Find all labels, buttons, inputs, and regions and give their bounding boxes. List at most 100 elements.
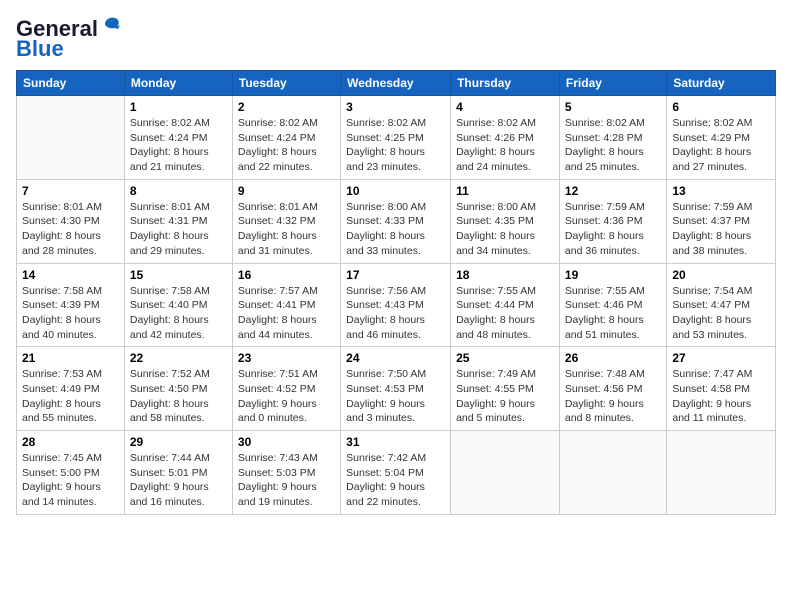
header-saturday: Saturday: [667, 71, 776, 96]
header: General Blue: [16, 16, 776, 62]
day-number: 8: [130, 184, 227, 198]
calendar-cell: 6 Sunrise: 8:02 AM Sunset: 4:29 PM Daylig…: [667, 96, 776, 180]
day-number: 24: [346, 351, 445, 365]
day-number: 14: [22, 268, 119, 282]
calendar-cell: 19 Sunrise: 7:55 AM Sunset: 4:46 PM Dayli…: [559, 263, 666, 347]
calendar-cell: [667, 431, 776, 515]
calendar-table: SundayMondayTuesdayWednesdayThursdayFrid…: [16, 70, 776, 515]
calendar-cell: 25 Sunrise: 7:49 AM Sunset: 4:55 PM Dayli…: [451, 347, 560, 431]
calendar-cell: 7Sunrise: 8:01 AM Sunset: 4:30 PM Daylig…: [17, 179, 125, 263]
day-info: Sunrise: 8:02 AM Sunset: 4:25 PM Dayligh…: [346, 116, 445, 175]
day-number: 31: [346, 435, 445, 449]
day-info: Sunrise: 7:42 AM Sunset: 5:04 PM Dayligh…: [346, 451, 445, 510]
calendar-cell: 18 Sunrise: 7:55 AM Sunset: 4:44 PM Dayli…: [451, 263, 560, 347]
header-monday: Monday: [124, 71, 232, 96]
day-info: Sunrise: 8:01 AM Sunset: 4:30 PM Dayligh…: [22, 200, 119, 259]
day-info: Sunrise: 7:58 AM Sunset: 4:39 PM Dayligh…: [22, 284, 119, 343]
day-number: 18: [456, 268, 554, 282]
calendar-cell: 30 Sunrise: 7:43 AM Sunset: 5:03 PM Dayli…: [232, 431, 340, 515]
day-number: 29: [130, 435, 227, 449]
day-number: 22: [130, 351, 227, 365]
logo-bird-icon: [100, 15, 122, 37]
day-number: 9: [238, 184, 335, 198]
day-info: Sunrise: 8:02 AM Sunset: 4:26 PM Dayligh…: [456, 116, 554, 175]
day-info: Sunrise: 8:02 AM Sunset: 4:24 PM Dayligh…: [130, 116, 227, 175]
calendar-header-row: SundayMondayTuesdayWednesdayThursdayFrid…: [17, 71, 776, 96]
calendar-cell: 11 Sunrise: 8:00 AM Sunset: 4:35 PM Dayli…: [451, 179, 560, 263]
day-number: 16: [238, 268, 335, 282]
calendar-cell: 16 Sunrise: 7:57 AM Sunset: 4:41 PM Dayli…: [232, 263, 340, 347]
day-info: Sunrise: 7:45 AM Sunset: 5:00 PM Dayligh…: [22, 451, 119, 510]
calendar-cell: 29 Sunrise: 7:44 AM Sunset: 5:01 PM Dayli…: [124, 431, 232, 515]
logo-blue: Blue: [16, 36, 64, 62]
day-number: 23: [238, 351, 335, 365]
day-number: 17: [346, 268, 445, 282]
calendar-cell: 26Sunrise: 7:48 AM Sunset: 4:56 PM Dayli…: [559, 347, 666, 431]
page-container: General Blue SundayMondayTuesdayWednesda…: [0, 0, 792, 523]
day-number: 2: [238, 100, 335, 114]
day-info: Sunrise: 7:51 AM Sunset: 4:52 PM Dayligh…: [238, 367, 335, 426]
calendar-cell: 9 Sunrise: 8:01 AM Sunset: 4:32 PM Daylig…: [232, 179, 340, 263]
calendar-cell: 31 Sunrise: 7:42 AM Sunset: 5:04 PM Dayli…: [341, 431, 451, 515]
day-info: Sunrise: 7:43 AM Sunset: 5:03 PM Dayligh…: [238, 451, 335, 510]
day-info: Sunrise: 8:02 AM Sunset: 4:24 PM Dayligh…: [238, 116, 335, 175]
calendar-cell: 1Sunrise: 8:02 AM Sunset: 4:24 PM Daylig…: [124, 96, 232, 180]
day-number: 30: [238, 435, 335, 449]
day-info: Sunrise: 8:01 AM Sunset: 4:31 PM Dayligh…: [130, 200, 227, 259]
day-info: Sunrise: 7:55 AM Sunset: 4:46 PM Dayligh…: [565, 284, 661, 343]
calendar-week-5: 28 Sunrise: 7:45 AM Sunset: 5:00 PM Dayli…: [17, 431, 776, 515]
header-friday: Friday: [559, 71, 666, 96]
calendar-cell: 21 Sunrise: 7:53 AM Sunset: 4:49 PM Dayli…: [17, 347, 125, 431]
day-number: 10: [346, 184, 445, 198]
day-info: Sunrise: 7:44 AM Sunset: 5:01 PM Dayligh…: [130, 451, 227, 510]
logo: General Blue: [16, 16, 122, 62]
calendar-cell: [17, 96, 125, 180]
day-info: Sunrise: 7:54 AM Sunset: 4:47 PM Dayligh…: [672, 284, 770, 343]
day-info: Sunrise: 8:01 AM Sunset: 4:32 PM Dayligh…: [238, 200, 335, 259]
day-number: 3: [346, 100, 445, 114]
day-number: 4: [456, 100, 554, 114]
day-number: 28: [22, 435, 119, 449]
day-number: 11: [456, 184, 554, 198]
day-info: Sunrise: 7:50 AM Sunset: 4:53 PM Dayligh…: [346, 367, 445, 426]
day-info: Sunrise: 8:00 AM Sunset: 4:33 PM Dayligh…: [346, 200, 445, 259]
calendar-cell: 8 Sunrise: 8:01 AM Sunset: 4:31 PM Daylig…: [124, 179, 232, 263]
calendar-cell: 13Sunrise: 7:59 AM Sunset: 4:37 PM Dayli…: [667, 179, 776, 263]
day-number: 21: [22, 351, 119, 365]
calendar-cell: 4 Sunrise: 8:02 AM Sunset: 4:26 PM Daylig…: [451, 96, 560, 180]
day-number: 20: [672, 268, 770, 282]
calendar-cell: 15 Sunrise: 7:58 AM Sunset: 4:40 PM Dayli…: [124, 263, 232, 347]
day-info: Sunrise: 8:02 AM Sunset: 4:29 PM Dayligh…: [672, 116, 770, 175]
day-info: Sunrise: 7:49 AM Sunset: 4:55 PM Dayligh…: [456, 367, 554, 426]
header-sunday: Sunday: [17, 71, 125, 96]
day-info: Sunrise: 7:59 AM Sunset: 4:37 PM Dayligh…: [672, 200, 770, 259]
day-info: Sunrise: 8:00 AM Sunset: 4:35 PM Dayligh…: [456, 200, 554, 259]
calendar-cell: [559, 431, 666, 515]
day-number: 12: [565, 184, 661, 198]
day-info: Sunrise: 7:55 AM Sunset: 4:44 PM Dayligh…: [456, 284, 554, 343]
day-number: 19: [565, 268, 661, 282]
calendar-week-1: 1Sunrise: 8:02 AM Sunset: 4:24 PM Daylig…: [17, 96, 776, 180]
calendar-cell: 2 Sunrise: 8:02 AM Sunset: 4:24 PM Daylig…: [232, 96, 340, 180]
calendar-cell: 12Sunrise: 7:59 AM Sunset: 4:36 PM Dayli…: [559, 179, 666, 263]
calendar-week-4: 21 Sunrise: 7:53 AM Sunset: 4:49 PM Dayli…: [17, 347, 776, 431]
calendar-cell: 17Sunrise: 7:56 AM Sunset: 4:43 PM Dayli…: [341, 263, 451, 347]
day-number: 15: [130, 268, 227, 282]
header-wednesday: Wednesday: [341, 71, 451, 96]
day-number: 25: [456, 351, 554, 365]
calendar-cell: 28 Sunrise: 7:45 AM Sunset: 5:00 PM Dayli…: [17, 431, 125, 515]
day-info: Sunrise: 8:02 AM Sunset: 4:28 PM Dayligh…: [565, 116, 661, 175]
day-info: Sunrise: 7:52 AM Sunset: 4:50 PM Dayligh…: [130, 367, 227, 426]
day-info: Sunrise: 7:58 AM Sunset: 4:40 PM Dayligh…: [130, 284, 227, 343]
header-tuesday: Tuesday: [232, 71, 340, 96]
calendar-cell: [451, 431, 560, 515]
day-number: 27: [672, 351, 770, 365]
calendar-cell: 27Sunrise: 7:47 AM Sunset: 4:58 PM Dayli…: [667, 347, 776, 431]
day-info: Sunrise: 7:57 AM Sunset: 4:41 PM Dayligh…: [238, 284, 335, 343]
calendar-week-2: 7Sunrise: 8:01 AM Sunset: 4:30 PM Daylig…: [17, 179, 776, 263]
day-number: 6: [672, 100, 770, 114]
day-number: 5: [565, 100, 661, 114]
calendar-cell: 10 Sunrise: 8:00 AM Sunset: 4:33 PM Dayli…: [341, 179, 451, 263]
calendar-cell: 3 Sunrise: 8:02 AM Sunset: 4:25 PM Daylig…: [341, 96, 451, 180]
day-info: Sunrise: 7:53 AM Sunset: 4:49 PM Dayligh…: [22, 367, 119, 426]
